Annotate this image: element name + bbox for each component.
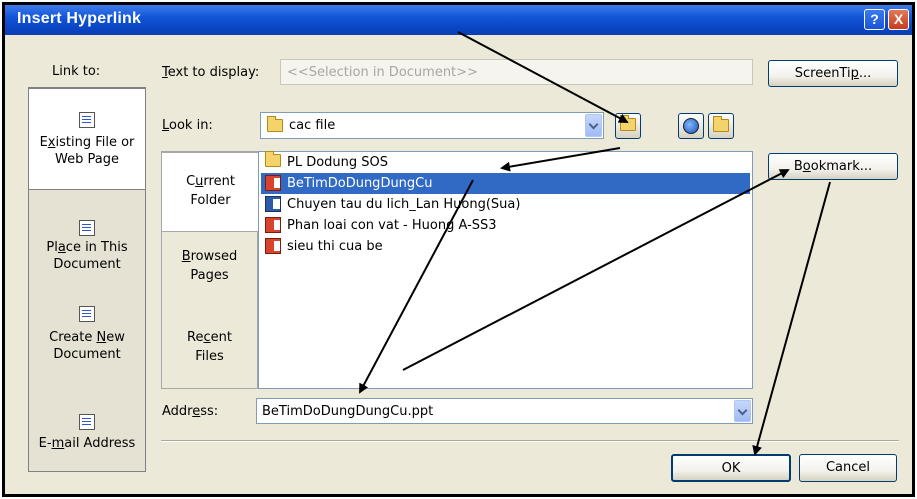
lbl-accel: a	[57, 240, 66, 255]
up-folder-icon	[620, 115, 636, 131]
cancel-button[interactable]: Cancel	[799, 454, 897, 482]
text-to-display-value: <<Selection in Document>>	[287, 65, 478, 80]
address-label: Address:	[162, 404, 218, 419]
email-icon	[79, 414, 95, 430]
chevron-down-icon[interactable]	[734, 400, 751, 422]
list-item[interactable]: Chuyen tau du lich_Lan Huong(Sua)	[261, 194, 750, 215]
lbl-part: ail Address	[64, 436, 136, 451]
file-name: PL Dodung SOS	[287, 155, 389, 170]
address-combobox[interactable]: BeTimDoDungDungCu.ppt	[256, 398, 753, 424]
existing-file-icon	[79, 112, 95, 128]
tab-browsed-pages[interactable]: Browsed Pages	[162, 247, 257, 297]
lbl-part: ...	[858, 66, 872, 81]
file-list[interactable]: PL Dodung SOS BeTimDoDungDungCu Chuyen t…	[258, 151, 753, 389]
lbl-part: Document	[53, 347, 121, 362]
lbl-part: Folder	[190, 193, 231, 208]
link-to-bar: Existing File or Web Page Place in This …	[28, 87, 146, 472]
lbl-accel: o	[802, 159, 811, 174]
lbl-part: okmark...	[810, 159, 873, 174]
lbl-accel: N	[96, 330, 107, 345]
link-email-label: E-mail Address	[29, 435, 145, 452]
link-to-label: Link to:	[52, 64, 101, 79]
lbl-part: isting File or	[55, 135, 135, 150]
lbl-part: ss:	[200, 404, 219, 419]
lbl-accel: B	[181, 249, 191, 264]
separator	[161, 440, 899, 442]
list-item[interactable]: Phan loai con vat - Huong A-SS3	[261, 215, 750, 236]
link-place-label: Place in This Document	[29, 239, 145, 273]
file-name: Chuyen tau du lich_Lan Huong(Sua)	[287, 197, 521, 212]
folder-icon	[267, 116, 283, 132]
link-email-address[interactable]: E-mail Address	[29, 406, 145, 456]
lbl-part: C	[186, 174, 196, 189]
word-file-icon	[265, 196, 281, 212]
lbl-part: B	[793, 159, 803, 174]
link-create-label: Create New Document	[29, 329, 145, 363]
new-document-icon	[79, 306, 95, 322]
file-name: sieu thi cua be	[287, 239, 383, 254]
browse-web-button[interactable]	[678, 113, 704, 139]
list-item[interactable]: sieu thi cua be	[261, 236, 750, 257]
tab-recent-files[interactable]: Recent Files	[162, 328, 257, 378]
ok-button[interactable]: OK	[671, 454, 791, 482]
look-in-value: cac file	[289, 118, 336, 133]
place-in-document-icon	[79, 220, 95, 236]
up-one-folder-button[interactable]	[615, 113, 641, 139]
lbl-part: Re	[187, 330, 204, 345]
globe-search-icon	[683, 118, 699, 134]
link-existing-file[interactable]: Existing File or Web Page	[28, 88, 146, 190]
lbl-accel: c	[203, 330, 211, 345]
look-in-select[interactable]: cac file	[260, 112, 604, 139]
folder-icon	[265, 151, 281, 167]
lbl-part: rrent	[203, 174, 235, 189]
lbl-part: Files	[195, 349, 224, 364]
lbl-part: ent	[210, 330, 232, 345]
lbl-part: Create	[49, 330, 97, 345]
close-button[interactable]: X	[888, 9, 909, 30]
lbl-part: ce in This	[65, 240, 128, 255]
chevron-down-icon[interactable]	[585, 114, 602, 137]
text-to-display-field[interactable]: <<Selection in Document>>	[280, 59, 753, 85]
lbl-part: ook in:	[169, 118, 213, 133]
list-item[interactable]: PL Dodung SOS	[261, 151, 750, 173]
link-place-in-document[interactable]: Place in This Document	[29, 206, 145, 276]
powerpoint-file-icon	[265, 217, 281, 233]
lbl-accel: m	[51, 436, 65, 451]
open-folder-icon	[713, 116, 729, 132]
lbl-part: ext to display:	[167, 65, 260, 80]
lbl-part: ew	[106, 330, 125, 345]
file-name: BeTimDoDungDungCu	[287, 176, 433, 191]
lbl-part: Addr	[162, 404, 193, 419]
file-name: Phan loai con vat - Huong A-SS3	[287, 218, 497, 233]
look-in-label: Look in:	[162, 118, 213, 133]
title-bar[interactable]: Insert Hyperlink ? X	[5, 5, 912, 35]
lbl-part: Web Page	[55, 152, 119, 167]
link-existing-file-label: Existing File or Web Page	[29, 134, 145, 168]
lbl-part: E-	[38, 436, 52, 451]
powerpoint-file-icon	[265, 238, 281, 254]
tab-current-folder[interactable]: Current Folder	[161, 152, 259, 232]
powerpoint-file-icon	[265, 175, 281, 191]
lbl-part: E	[39, 135, 48, 150]
screentip-button[interactable]: ScreenTip...	[768, 60, 898, 87]
list-item-selected[interactable]: BeTimDoDungDungCu	[261, 173, 750, 194]
lbl-part: rowsed	[190, 249, 238, 264]
address-value: BeTimDoDungDungCu.ppt	[262, 404, 434, 419]
lbl-part: Pages	[190, 268, 229, 283]
lbl-part: Pl	[46, 240, 58, 255]
text-to-display-label: Text to display:	[162, 65, 259, 80]
lbl-part: ScreenTi	[794, 66, 851, 81]
help-button[interactable]: ?	[864, 9, 885, 30]
dialog-title: Insert Hyperlink	[17, 10, 142, 27]
lbl-accel: x	[47, 135, 56, 150]
lbl-accel: L	[162, 118, 170, 133]
lbl-accel: p	[850, 66, 859, 81]
browse-tabs: Current Folder Browsed Pages Recent File…	[161, 151, 259, 389]
bookmark-button[interactable]: Bookmark...	[768, 153, 898, 180]
link-create-new-document[interactable]: Create New Document	[29, 300, 145, 370]
browse-file-button[interactable]	[708, 113, 734, 139]
lbl-part: Document	[53, 257, 121, 272]
